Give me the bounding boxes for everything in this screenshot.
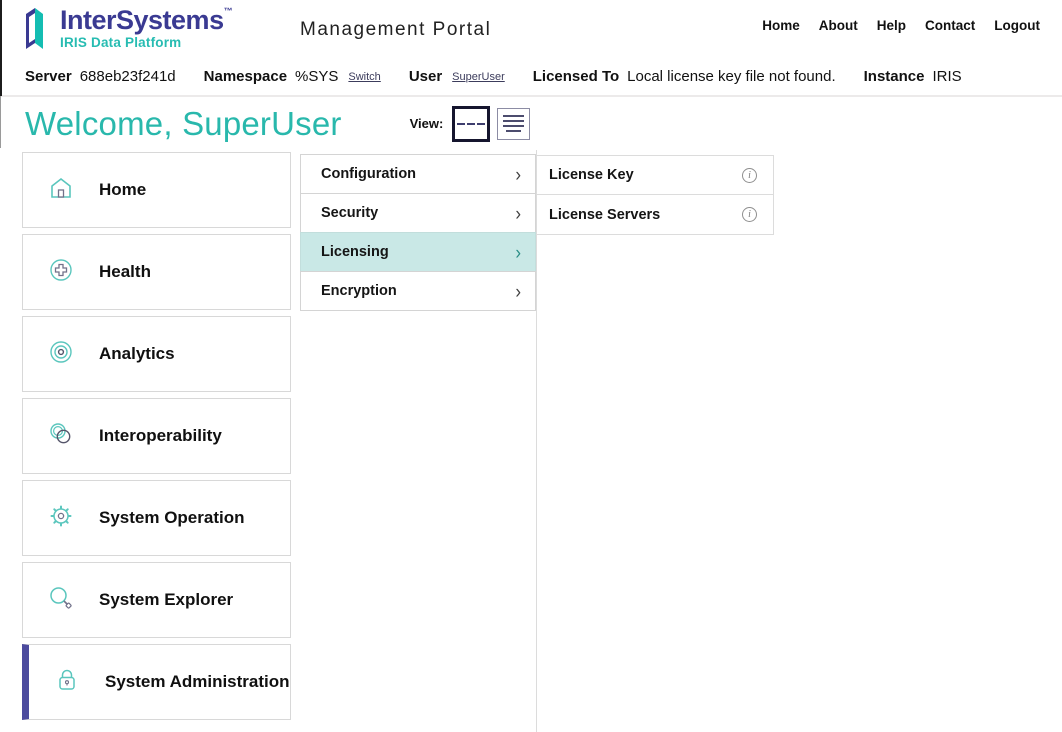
chevron-right-icon: › [515, 242, 521, 262]
nav-about-link[interactable]: About [819, 18, 858, 33]
info-icon[interactable]: i [742, 207, 757, 222]
analytics-icon [47, 338, 75, 371]
user-label: User [409, 68, 442, 85]
intersystems-logo-icon [22, 7, 52, 56]
namespace-label: Namespace [204, 68, 287, 85]
submenu: Configuration › Security › Licensing › E… [300, 155, 536, 311]
view-switcher: View: [410, 106, 531, 142]
view-label: View: [410, 116, 444, 131]
instance-label: Instance [864, 68, 925, 85]
header: InterSystems™ IRIS Data Platform Managem… [0, 0, 1062, 58]
health-icon [47, 256, 75, 289]
submenu-item-encryption[interactable]: Encryption › [300, 271, 536, 311]
switch-namespace-link[interactable]: Switch [348, 71, 380, 83]
namespace-value: %SYS [295, 68, 338, 85]
detail-item-label: License Servers [549, 207, 660, 223]
column-divider [536, 150, 537, 732]
sidebar: Home Health [22, 152, 291, 726]
submenu-item-label: Security [321, 205, 378, 221]
window-edge [0, 96, 1, 148]
sidebar-item-label: System Administration [105, 672, 290, 692]
licensed-to-label: Licensed To [533, 68, 619, 85]
logo-text: InterSystems™ IRIS Data Platform [60, 7, 233, 50]
server-info-bar: Server 688eb23f241d Namespace %SYS Switc… [0, 58, 1062, 95]
sidebar-item-label: System Operation [99, 508, 245, 528]
intersystems-logo: InterSystems™ IRIS Data Platform [22, 7, 233, 56]
menu-area: Home Health [0, 150, 1062, 732]
nav-logout-link[interactable]: Logout [994, 18, 1040, 33]
sidebar-item-label: Home [99, 180, 146, 200]
gear-icon [47, 502, 75, 535]
sidebar-item-system-explorer[interactable]: System Explorer [22, 562, 291, 638]
sidebar-item-health[interactable]: Health [22, 234, 291, 310]
list-view-icon[interactable] [497, 108, 530, 140]
detail-menu: License Key i License Servers i [537, 155, 774, 235]
magnifier-icon [47, 584, 75, 617]
detail-item-license-servers[interactable]: License Servers i [537, 195, 773, 235]
server-value: 688eb23f241d [80, 68, 176, 85]
sidebar-item-label: Health [99, 262, 151, 282]
licensed-to-value: Local license key file not found. [627, 68, 835, 85]
lock-icon [53, 666, 81, 699]
columns-view-icon[interactable] [452, 106, 490, 142]
submenu-item-label: Configuration [321, 166, 416, 182]
instance-value: IRIS [932, 68, 961, 85]
nav-contact-link[interactable]: Contact [925, 18, 975, 33]
logo-trademark: ™ [224, 6, 233, 16]
welcome-heading: Welcome, SuperUser [25, 105, 342, 143]
nav-help-link[interactable]: Help [877, 18, 906, 33]
server-label: Server [25, 68, 72, 85]
logo-brand: InterSystems [60, 5, 224, 35]
submenu-item-label: Licensing [321, 244, 389, 260]
sidebar-item-interoperability[interactable]: Interoperability [22, 398, 291, 474]
sidebar-item-system-administration[interactable]: System Administration [22, 644, 291, 720]
detail-item-license-key[interactable]: License Key i [537, 155, 773, 195]
chevron-right-icon: › [515, 281, 521, 301]
sidebar-item-label: Analytics [99, 344, 175, 364]
sidebar-item-system-operation[interactable]: System Operation [22, 480, 291, 556]
sidebar-item-home[interactable]: Home [22, 152, 291, 228]
info-icon[interactable]: i [742, 168, 757, 183]
submenu-item-security[interactable]: Security › [300, 193, 536, 233]
home-icon [47, 174, 75, 207]
logo-subtitle: IRIS Data Platform [60, 36, 233, 50]
page-title: Management Portal [300, 19, 491, 41]
submenu-item-configuration[interactable]: Configuration › [300, 154, 536, 194]
detail-item-label: License Key [549, 167, 634, 183]
nav-home-link[interactable]: Home [762, 18, 800, 33]
sidebar-item-label: System Explorer [99, 590, 233, 610]
user-profile-link[interactable]: SuperUser [452, 71, 505, 83]
chevron-right-icon: › [515, 203, 521, 223]
welcome-row: Welcome, SuperUser View: [0, 97, 1062, 150]
chevron-right-icon: › [515, 164, 521, 184]
top-nav: Home About Help Contact Logout [762, 18, 1040, 33]
management-portal-page: InterSystems™ IRIS Data Platform Managem… [0, 0, 1062, 732]
submenu-item-label: Encryption [321, 283, 397, 299]
sidebar-item-label: Interoperability [99, 426, 222, 446]
interoperability-icon [47, 420, 75, 453]
sidebar-item-analytics[interactable]: Analytics [22, 316, 291, 392]
submenu-item-licensing[interactable]: Licensing › [300, 232, 536, 272]
